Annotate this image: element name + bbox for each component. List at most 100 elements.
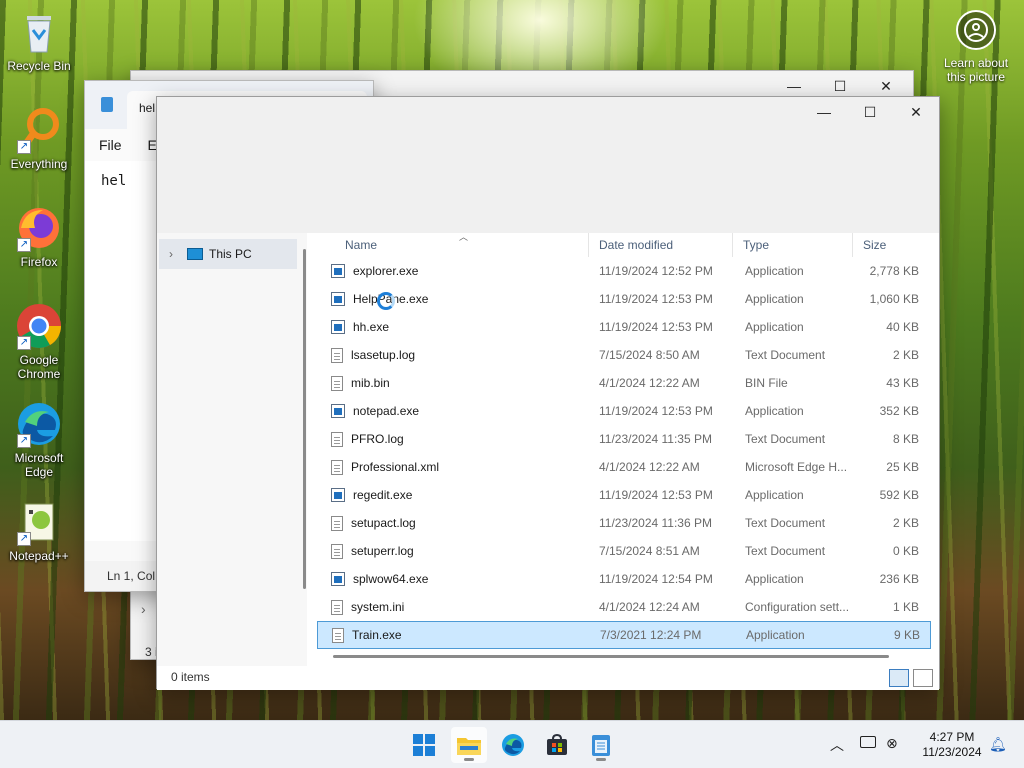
learn-label: Learn about this picture: [943, 56, 1009, 84]
nav-item-label: This PC: [209, 247, 252, 261]
chevron-right-icon[interactable]: ›: [141, 601, 146, 617]
column-type[interactable]: Type: [733, 233, 853, 257]
view-switcher: [889, 669, 933, 687]
file-type: Application: [745, 320, 804, 334]
file-size: 9 KB: [893, 628, 920, 642]
desktop-icon-notepadpp[interactable]: ↗ Notepad++: [1, 498, 77, 563]
taskbar-file-explorer[interactable]: [451, 727, 487, 763]
nav-item-this-pc[interactable]: › This PC: [159, 239, 297, 269]
file-row[interactable]: system.ini 4/1/2024 12:24 AM Configuration…: [317, 593, 931, 621]
network-icon[interactable]: [860, 736, 876, 748]
application-file-icon: [331, 404, 345, 418]
file-row[interactable]: setuperr.log 7/15/2024 8:51 AM Text Docume…: [317, 537, 931, 565]
application-file-icon: [331, 264, 345, 278]
firefox-icon: ↗: [15, 204, 63, 252]
document-file-icon: [331, 599, 343, 615]
shortcut-arrow-icon: ↗: [17, 336, 31, 350]
file-row[interactable]: Professional.xml 4/1/2024 12:22 AM Microso…: [317, 453, 931, 481]
this-pc-icon: [187, 248, 203, 260]
file-rows: explorer.exe 11/19/2024 12:52 PM Applicati…: [317, 257, 931, 649]
file-row[interactable]: regedit.exe 11/19/2024 12:53 PM Applicatio…: [317, 481, 931, 509]
column-name[interactable]: ︿ Name: [317, 233, 589, 257]
file-row[interactable]: splwow64.exe 11/19/2024 12:54 PM Applicati…: [317, 565, 931, 593]
camera-location-icon: [956, 10, 996, 50]
document-file-icon: [332, 627, 344, 643]
file-size: 2,778 KB: [869, 264, 919, 278]
file-size: 25 KB: [886, 460, 919, 474]
file-row[interactable]: mib.bin 4/1/2024 12:22 AM BIN File 43 KB: [317, 369, 931, 397]
minimize-button[interactable]: —: [801, 97, 847, 127]
taskbar-store[interactable]: [539, 727, 575, 763]
file-size: 1 KB: [892, 600, 919, 614]
file-date: 11/23/2024 11:35 PM: [599, 432, 712, 446]
file-list: ︿ Name Date modified Type Size explorer.…: [317, 233, 931, 666]
start-button[interactable]: [406, 727, 442, 763]
file-name-cell: lsasetup.log: [317, 347, 589, 363]
file-row[interactable]: PFRO.log 11/23/2024 11:35 PM Text Document…: [317, 425, 931, 453]
item-count: 0 items: [171, 670, 210, 684]
busy-cursor-icon: [377, 292, 395, 310]
file-row[interactable]: lsasetup.log 7/15/2024 8:50 AM Text Docume…: [317, 341, 931, 369]
file-row[interactable]: HelpPane.exe 11/19/2024 12:53 PM Applicati…: [317, 285, 931, 313]
file-name-cell: Train.exe: [318, 627, 590, 643]
taskbar-edge[interactable]: [495, 727, 531, 763]
file-name: regedit.exe: [353, 488, 413, 502]
file-row[interactable]: notepad.exe 11/19/2024 12:53 PM Applicatio…: [317, 397, 931, 425]
taskbar-notepad[interactable]: [583, 727, 619, 763]
close-button[interactable]: ✕: [893, 97, 939, 127]
application-file-icon: [331, 320, 345, 334]
file-size: 8 KB: [892, 432, 919, 446]
file-row[interactable]: setupact.log 11/23/2024 11:36 PM Text Docu…: [317, 509, 931, 537]
menu-file[interactable]: File: [99, 137, 122, 153]
chevron-up-icon[interactable]: ︿: [830, 735, 844, 755]
file-date: 11/19/2024 12:52 PM: [599, 264, 713, 278]
shortcut-arrow-icon: ↗: [17, 532, 31, 546]
maximize-button[interactable]: ☐: [847, 97, 893, 127]
file-name: setuperr.log: [351, 544, 414, 558]
nav-scrollbar-thumb[interactable]: [303, 249, 306, 589]
desktop-icon-recycle-bin[interactable]: Recycle Bin: [1, 8, 77, 73]
file-size: 2 KB: [892, 516, 919, 530]
chevron-right-icon[interactable]: ›: [169, 247, 187, 261]
desktop-icon-firefox[interactable]: ↗ Firefox: [1, 204, 77, 269]
system-clock[interactable]: 4:27 PM 11/23/2024: [916, 730, 988, 760]
desktop-icon-label: Notepad++: [9, 549, 69, 563]
desktop-icon-everything[interactable]: ↗ Everything: [1, 106, 77, 171]
file-name-cell: notepad.exe: [317, 404, 589, 418]
everything-search-icon: ↗: [15, 106, 63, 154]
volume-muted-icon[interactable]: ⊗: [886, 735, 898, 752]
details-view-icon[interactable]: [889, 669, 909, 687]
file-date: 11/19/2024 12:53 PM: [599, 488, 713, 502]
clock-time: 4:27 PM: [929, 730, 975, 744]
desktop-icon-microsoft-edge[interactable]: ↗ Microsoft Edge: [1, 400, 77, 479]
column-size[interactable]: Size: [853, 233, 925, 257]
file-row[interactable]: explorer.exe 11/19/2024 12:52 PM Applicati…: [317, 257, 931, 285]
desktop-icon-google-chrome[interactable]: ↗ Google Chrome: [1, 302, 77, 381]
column-label: Size: [863, 238, 887, 252]
file-name-cell: system.ini: [317, 599, 589, 615]
file-name: splwow64.exe: [353, 572, 429, 586]
file-type: Text Document: [745, 432, 826, 446]
cursor-position: Ln 1, Col: [107, 569, 156, 583]
desktop-icon-label: Recycle Bin: [7, 59, 71, 73]
file-size: 236 KB: [879, 572, 919, 586]
horizontal-scrollbar-thumb[interactable]: [333, 655, 889, 658]
column-label: Date modified: [599, 238, 674, 252]
nav-scrollbar[interactable]: [303, 249, 306, 689]
file-size: 1,060 KB: [869, 292, 919, 306]
explorer-status-bar: 0 items: [157, 666, 939, 690]
file-row[interactable]: hh.exe 11/19/2024 12:53 PM Application 40 K…: [317, 313, 931, 341]
file-row[interactable]: Train.exe 7/3/2021 12:24 PM Application 9 K…: [317, 621, 931, 649]
notification-bell-icon[interactable]: 🔔︎: [989, 736, 1007, 753]
file-size: 2 KB: [892, 348, 919, 362]
large-icons-view-icon[interactable]: [913, 669, 933, 687]
file-name-cell: hh.exe: [317, 320, 589, 334]
document-file-icon: [331, 459, 343, 475]
file-explorer-icon: [457, 738, 481, 755]
file-type: BIN File: [745, 376, 788, 390]
learn-about-picture[interactable]: Learn about this picture: [936, 10, 1016, 84]
file-size: 592 KB: [879, 488, 919, 502]
file-explorer-window[interactable]: — ☐ ✕ › This PC ︿ Name Date modified Typ…: [156, 96, 940, 690]
file-type: Microsoft Edge H...: [745, 460, 848, 474]
column-date-modified[interactable]: Date modified: [589, 233, 733, 257]
